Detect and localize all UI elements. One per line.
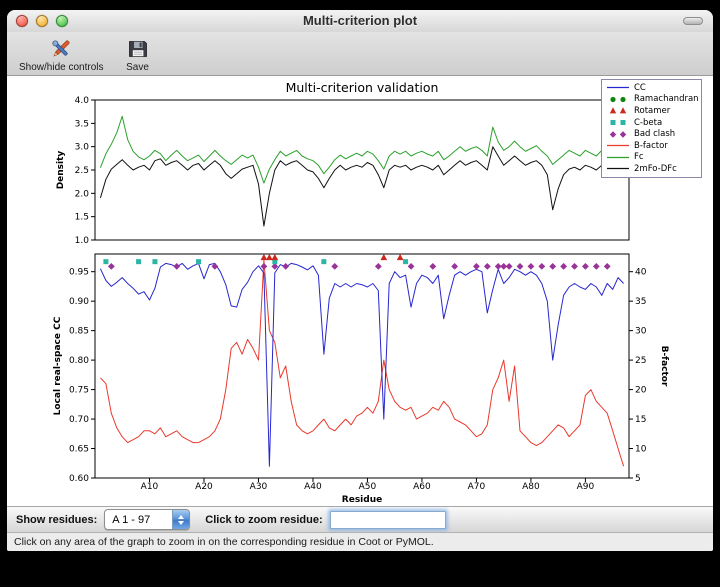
svg-text:0.75: 0.75: [69, 386, 89, 396]
marker-square: [103, 259, 108, 264]
marker-square: [196, 259, 201, 264]
legend-label: Rotamer: [634, 106, 670, 116]
svg-text:1.0: 1.0: [75, 236, 90, 246]
save-icon: [126, 36, 150, 61]
marker-square: [152, 259, 157, 264]
top-axes[interactable]: [95, 100, 629, 240]
svg-text:15: 15: [635, 415, 646, 425]
svg-text:1.5: 1.5: [75, 213, 89, 223]
legend-square-icon: [605, 118, 631, 127]
svg-text:2.5: 2.5: [75, 166, 89, 176]
svg-text:0.65: 0.65: [69, 445, 89, 455]
svg-text:0.70: 0.70: [69, 415, 89, 425]
svg-text:5: 5: [635, 474, 641, 484]
legend-diamond-icon: [605, 130, 631, 139]
svg-text:3.0: 3.0: [75, 143, 90, 153]
stepper-icon[interactable]: [172, 510, 189, 529]
save-button[interactable]: Save: [122, 35, 154, 74]
status-bar: Click on any area of the graph to zoom i…: [7, 532, 713, 551]
show-residues-label: Show residues:: [16, 514, 97, 526]
svg-text:0.60: 0.60: [69, 474, 89, 484]
plot-legend: CCRamachandran Rotamer C-betaBad clash B-fa…: [601, 79, 702, 178]
legend-label: Ramachandran: [634, 94, 699, 104]
legend-label: B-factor: [634, 141, 668, 151]
legend-line-icon: [605, 153, 631, 162]
residue-range-value: A 1 - 97: [105, 510, 172, 529]
show-hide-controls-button[interactable]: Show/hide controls: [15, 35, 108, 74]
legend-label: Fc: [634, 152, 644, 162]
legend-entry: 2mFo-DFc: [605, 163, 698, 175]
title-bar[interactable]: Multi-criterion plot: [7, 10, 713, 32]
svg-text:A50: A50: [359, 482, 377, 492]
legend-entry: Ramachandran: [605, 94, 698, 106]
svg-text:0.80: 0.80: [69, 356, 89, 366]
svg-text:A30: A30: [250, 482, 268, 492]
show-hide-controls-label: Show/hide controls: [19, 62, 104, 73]
y-axis-label-density: Density: [56, 151, 66, 190]
x-axis-label: Residue: [342, 495, 382, 505]
marker-square: [321, 259, 326, 264]
bottom-axes[interactable]: [95, 254, 629, 478]
figure-title: Multi-criterion validation: [95, 80, 629, 95]
svg-text:3.5: 3.5: [75, 119, 89, 129]
svg-text:A10: A10: [141, 482, 159, 492]
status-text: Click on any area of the graph to zoom i…: [14, 536, 434, 548]
legend-label: CC: [634, 83, 646, 93]
svg-text:30: 30: [635, 327, 647, 337]
svg-text:A70: A70: [468, 482, 486, 492]
save-label: Save: [126, 62, 149, 73]
marker-square: [136, 259, 141, 264]
window-title: Multi-criterion plot: [7, 10, 713, 32]
arrow-up-icon: [178, 515, 184, 519]
multi-criterion-plot-window: Multi-criterion plot Show/hide controls: [7, 10, 713, 551]
svg-text:2.0: 2.0: [75, 189, 90, 199]
svg-text:0.90: 0.90: [69, 297, 89, 307]
legend-entry: Fc: [605, 152, 698, 164]
legend-triangle-icon: [605, 106, 631, 115]
svg-text:20: 20: [635, 386, 647, 396]
toolbar-toggle-button[interactable]: [683, 17, 703, 25]
svg-text:40: 40: [635, 268, 647, 278]
toolbar: Show/hide controls Save: [7, 32, 713, 76]
legend-line-icon: [605, 164, 631, 173]
tools-icon: [48, 36, 74, 61]
legend-label: 2mFo-DFc: [634, 164, 677, 174]
controls-bar: Show residues: A 1 - 97 Click to zoom re…: [7, 506, 713, 532]
svg-text:A80: A80: [522, 482, 540, 492]
y-axis-label-bfactor: B-factor: [659, 346, 669, 387]
svg-text:A60: A60: [413, 482, 431, 492]
residue-range-select[interactable]: A 1 - 97: [104, 509, 190, 530]
legend-entry: B-factor: [605, 140, 698, 152]
zoom-residue-input[interactable]: [330, 511, 446, 529]
legend-line-icon: [605, 83, 631, 92]
svg-text:A90: A90: [577, 482, 595, 492]
svg-text:10: 10: [635, 445, 647, 455]
y-axis-label-cc: Local real-space CC: [53, 316, 63, 415]
svg-text:A40: A40: [304, 482, 322, 492]
legend-entry: Bad clash: [605, 128, 698, 140]
svg-text:4.0: 4.0: [75, 96, 90, 106]
legend-circle-icon: [605, 95, 631, 104]
svg-text:25: 25: [635, 356, 646, 366]
legend-entry: CC: [605, 82, 698, 94]
legend-label: Bad clash: [634, 129, 675, 139]
arrow-down-icon: [178, 521, 184, 525]
svg-text:0.95: 0.95: [69, 268, 89, 278]
zoom-residue-label: Click to zoom residue:: [205, 514, 322, 526]
svg-text:0.85: 0.85: [69, 327, 89, 337]
svg-text:35: 35: [635, 297, 646, 307]
legend-entry: Rotamer: [605, 105, 698, 117]
svg-text:A20: A20: [195, 482, 213, 492]
plot-area[interactable]: 1.0 1.5 2.0 2.5 3.0 3.5 4.0 0.60 0.65 0.70 0.75 0.8…: [7, 76, 713, 506]
marker-square: [403, 259, 408, 264]
legend-line-icon: [605, 141, 631, 150]
legend-entry: C-beta: [605, 117, 698, 129]
legend-label: C-beta: [634, 118, 662, 128]
